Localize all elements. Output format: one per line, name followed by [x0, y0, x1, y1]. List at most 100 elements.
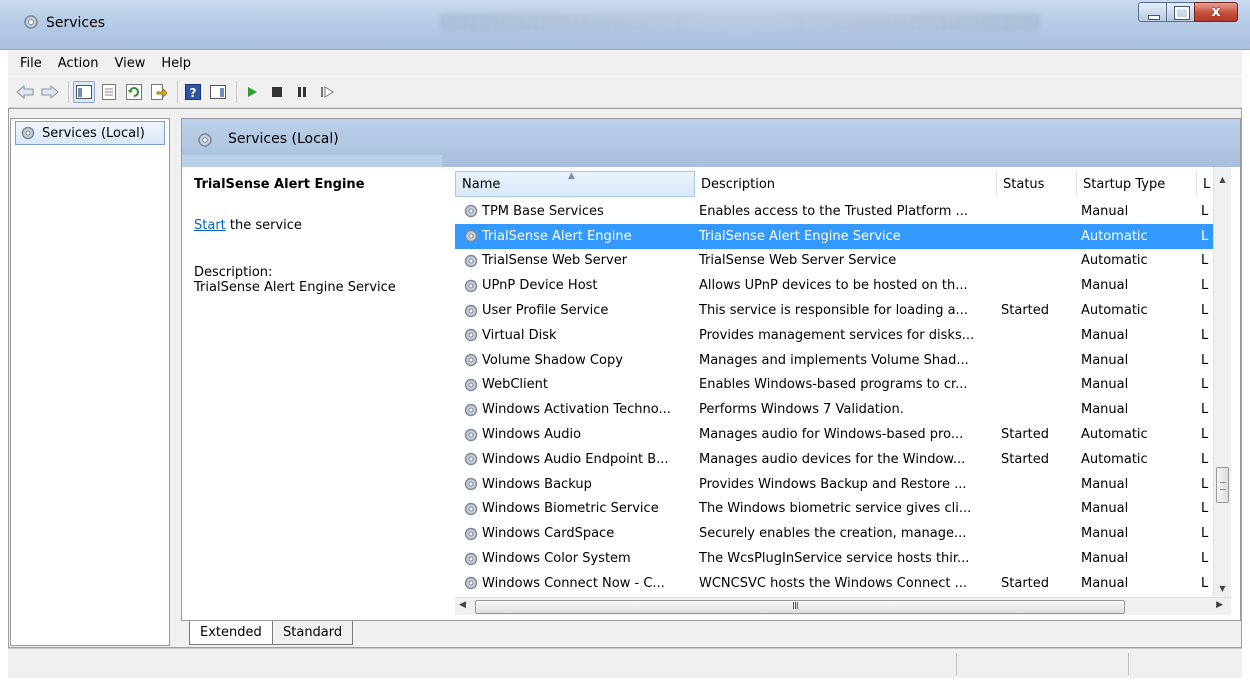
services-gear-icon	[198, 133, 212, 147]
service-gear-icon	[464, 502, 478, 516]
service-startup-cell: Manual	[1081, 402, 1129, 418]
service-name: WebClient	[482, 377, 548, 393]
service-name-cell: Windows Backup	[455, 476, 695, 492]
menu-help[interactable]: Help	[153, 56, 199, 71]
table-row[interactable]: User Profile Service This service is resp…	[455, 298, 1215, 323]
extended-info-panel: TrialSense Alert Engine Start the servic…	[194, 177, 444, 295]
table-row[interactable]: Windows CardSpace Securely enables the cr…	[455, 521, 1215, 546]
show-hide-console-tree-icon[interactable]	[73, 81, 95, 103]
tab-label: Extended	[200, 625, 262, 640]
export-list-icon[interactable]	[148, 81, 170, 103]
column-label: Name	[462, 176, 501, 192]
horizontal-scroll-thumb[interactable]: III	[475, 600, 1125, 614]
list-header: Name ▲ Description Status Startup Type L	[455, 171, 1215, 197]
service-gear-icon	[464, 229, 478, 243]
scroll-down-icon[interactable]: ▼	[1214, 580, 1231, 597]
service-description-cell: Securely enables the creation, manage...	[699, 526, 967, 542]
table-row[interactable]: Windows Activation Techno... Performs Win…	[455, 397, 1215, 422]
table-row[interactable]: Windows Audio Manages audio for Windows-b…	[455, 422, 1215, 447]
stop-service-icon[interactable]	[266, 81, 288, 103]
table-row[interactable]: Windows Connect Now - C... WCNCSVC hosts …	[455, 571, 1215, 596]
service-startup-cell: Manual	[1081, 476, 1129, 492]
service-description-cell: The WcsPlugInService service hosts thir.…	[699, 551, 970, 567]
services-gear-icon	[21, 126, 35, 140]
start-service-icon[interactable]	[241, 81, 263, 103]
service-startup-cell: Manual	[1081, 551, 1129, 567]
service-name: Windows Biometric Service	[482, 501, 659, 517]
description-label: Description:	[194, 265, 273, 280]
pause-service-icon[interactable]	[291, 81, 313, 103]
menu-action[interactable]: Action	[50, 56, 107, 71]
service-status-cell: Started	[1001, 575, 1050, 591]
service-description-cell: This service is responsible for loading …	[699, 303, 968, 319]
tab-extended[interactable]: Extended	[189, 621, 273, 645]
service-name: Windows Backup	[482, 476, 592, 492]
service-startup-cell: Manual	[1081, 377, 1129, 393]
maximize-button[interactable]	[1166, 2, 1194, 22]
service-description-cell: Manages audio for Windows-based pro...	[699, 427, 964, 443]
column-header-description[interactable]: Description	[695, 171, 997, 197]
service-gear-icon	[464, 279, 478, 292]
service-gear-icon	[464, 577, 478, 590]
menu-file[interactable]: File	[12, 56, 50, 71]
menu-view[interactable]: View	[106, 56, 153, 71]
column-header-startup-type[interactable]: Startup Type	[1077, 171, 1197, 197]
service-description: TrialSense Alert Engine Service	[194, 280, 396, 295]
properties-icon[interactable]	[98, 81, 120, 103]
service-startup-cell: Automatic	[1081, 451, 1148, 467]
service-name: TPM Base Services	[482, 203, 604, 219]
tree-item-services-local[interactable]: Services (Local)	[15, 121, 165, 145]
service-description-cell: Performs Windows 7 Validation.	[699, 402, 904, 418]
close-button[interactable]: x	[1194, 2, 1238, 22]
table-row[interactable]: Virtual Disk Provides management services…	[455, 323, 1215, 348]
tab-standard[interactable]: Standard	[273, 621, 354, 645]
start-service-link[interactable]: Start	[194, 218, 226, 233]
service-description-cell: Allows UPnP devices to be hosted on th..…	[699, 278, 968, 294]
scroll-left-icon[interactable]: ◀	[459, 600, 466, 610]
service-status-cell: Started	[1001, 303, 1050, 319]
help-icon[interactable]: ?	[182, 81, 204, 103]
table-row[interactable]: TPM Base Services Enables access to the T…	[455, 199, 1215, 224]
forward-icon[interactable]	[39, 81, 61, 103]
table-row[interactable]: TrialSense Alert Engine TrialSense Alert …	[455, 223, 1215, 249]
table-row[interactable]: WebClient Enables Windows-based programs …	[455, 373, 1215, 398]
service-description-cell: Manages and implements Volume Shad...	[699, 352, 969, 368]
service-name: Windows Audio	[482, 427, 582, 443]
scroll-up-icon[interactable]: ▲	[1214, 171, 1231, 188]
refresh-icon[interactable]	[123, 81, 145, 103]
service-gear-icon	[464, 403, 478, 416]
horizontal-scrollbar[interactable]: ◀ III ▶	[455, 597, 1231, 615]
service-startup-cell: Automatic	[1081, 427, 1148, 443]
table-row[interactable]: Windows Audio Endpoint B... Manages audio…	[455, 447, 1215, 472]
resume-service-icon[interactable]	[316, 81, 338, 103]
vertical-scroll-thumb[interactable]	[1216, 467, 1229, 503]
vertical-scrollbar[interactable]: ▲ ▼	[1213, 167, 1231, 597]
service-name: Windows Color System	[482, 551, 631, 567]
table-row[interactable]: Windows Color System The WcsPlugInService…	[455, 546, 1215, 571]
service-name-cell: Windows Color System	[455, 551, 695, 567]
service-startup-cell: Automatic	[1081, 303, 1148, 319]
back-icon[interactable]	[14, 81, 36, 103]
table-row[interactable]: TrialSense Web Server TrialSense Web Serv…	[455, 249, 1215, 274]
start-service-suffix: the service	[225, 218, 302, 233]
service-description-cell: The Windows biometric service gives cli.…	[699, 501, 972, 517]
column-header-status[interactable]: Status	[997, 171, 1077, 197]
service-startup-cell: Manual	[1081, 575, 1129, 591]
service-name-cell: Virtual Disk	[455, 327, 695, 343]
service-status-cell: Started	[1001, 427, 1050, 443]
service-gear-icon	[464, 477, 478, 491]
table-row[interactable]: UPnP Device Host Allows UPnP devices to b…	[455, 273, 1215, 298]
table-row[interactable]: Windows Biometric Service The Windows bio…	[455, 497, 1215, 522]
table-row[interactable]: Windows Backup Provides Windows Backup an…	[455, 472, 1215, 497]
service-name-cell: Windows Audio Endpoint B...	[455, 451, 695, 467]
table-row[interactable]: Volume Shadow Copy Manages and implements…	[455, 348, 1215, 373]
list-rows: TPM Base Services Enables access to the T…	[455, 199, 1215, 596]
show-hide-action-pane-icon[interactable]	[207, 81, 229, 103]
menu-bar: File Action View Help	[8, 50, 1242, 76]
service-startup-cell: Manual	[1081, 203, 1129, 219]
service-name: TrialSense Web Server	[482, 253, 628, 269]
scroll-right-icon[interactable]: ▶	[1216, 600, 1223, 610]
column-header-name[interactable]: Name ▲	[455, 171, 695, 197]
minimize-button[interactable]	[1138, 2, 1166, 22]
service-startup-cell: Automatic	[1081, 253, 1148, 269]
